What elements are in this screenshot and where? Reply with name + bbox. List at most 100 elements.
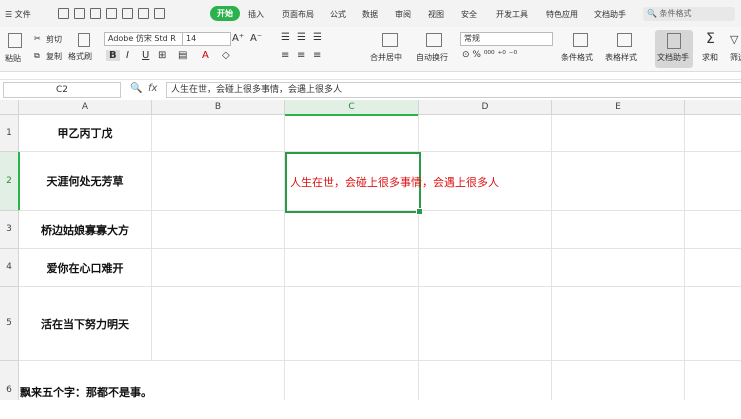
cell-c3[interactable]: [285, 211, 419, 249]
zoom-icon[interactable]: 🔍: [130, 83, 142, 94]
cell-b5[interactable]: [152, 287, 285, 361]
formula-input[interactable]: 人生在世，会碰上很多事情，会遇上很多人: [166, 82, 741, 98]
cell-f3[interactable]: [685, 211, 741, 249]
cell-f4[interactable]: [685, 249, 741, 287]
filter-button[interactable]: 筛选: [730, 52, 741, 63]
copy-button[interactable]: 复制: [46, 51, 62, 62]
cut-button[interactable]: 剪切: [46, 34, 62, 45]
tab-formulas[interactable]: 公式: [330, 9, 346, 20]
cell-e4[interactable]: [552, 249, 685, 287]
conditional-format-button[interactable]: 条件格式: [561, 52, 593, 63]
align-right-icon[interactable]: ≡: [313, 50, 321, 61]
print-icon[interactable]: [106, 8, 117, 19]
tab-page-layout[interactable]: 页面布局: [282, 9, 314, 20]
cell-c1[interactable]: [285, 115, 419, 152]
filter-icon[interactable]: ▽: [730, 33, 738, 46]
align-top-icon[interactable]: ☰: [281, 32, 290, 43]
open-icon[interactable]: [74, 8, 85, 19]
tab-doc-helper[interactable]: 文档助手: [594, 9, 626, 20]
font-name-select[interactable]: Adobe 仿宋 Std R: [104, 32, 183, 46]
row-header-4[interactable]: 4: [0, 249, 19, 287]
cell-b3[interactable]: [152, 211, 285, 249]
cell-b4[interactable]: [152, 249, 285, 287]
paste-icon[interactable]: [8, 33, 22, 48]
italic-button[interactable]: I: [126, 50, 129, 61]
increase-font-icon[interactable]: A⁺: [232, 33, 244, 44]
tab-home[interactable]: 开始: [210, 6, 240, 21]
tab-data[interactable]: 数据: [362, 9, 378, 20]
align-bottom-icon[interactable]: ☰: [313, 32, 322, 43]
cell-d5[interactable]: [419, 287, 552, 361]
name-box[interactable]: C2: [3, 82, 121, 98]
tab-security[interactable]: 安全: [461, 9, 477, 20]
merge-icon[interactable]: [382, 33, 398, 47]
row-header-6[interactable]: 6: [0, 361, 19, 400]
file-menu[interactable]: ☰ 文件: [5, 9, 31, 20]
column-header-a[interactable]: A: [19, 100, 152, 115]
merge-button[interactable]: 合并居中: [370, 52, 402, 63]
cell-f1[interactable]: [685, 115, 741, 152]
cell-c6[interactable]: [285, 361, 419, 400]
tab-view[interactable]: 视图: [428, 9, 444, 20]
new-icon[interactable]: [58, 8, 69, 19]
cell-a3[interactable]: 桥边姑娘寡寡大方: [19, 211, 152, 249]
cell-a6[interactable]: 飘来五个字：那都不是事。: [20, 384, 152, 400]
cell-e1[interactable]: [552, 115, 685, 152]
select-all-corner[interactable]: [0, 100, 19, 115]
format-painter-button[interactable]: 格式刷: [68, 51, 92, 62]
align-center-icon[interactable]: ≡: [297, 50, 305, 61]
search-input[interactable]: 🔍 条件格式: [643, 7, 735, 21]
cell-f2[interactable]: [685, 152, 741, 211]
border-icon[interactable]: ⊞: [158, 50, 166, 61]
align-middle-icon[interactable]: ☰: [297, 32, 306, 43]
bold-button[interactable]: B: [106, 50, 120, 61]
cell-d3[interactable]: [419, 211, 552, 249]
align-left-icon[interactable]: ≡: [281, 50, 289, 61]
save-icon[interactable]: [90, 8, 101, 19]
fill-handle[interactable]: [416, 208, 423, 215]
format-painter-icon[interactable]: [78, 33, 90, 47]
cell-a2[interactable]: 天涯何处无芳草: [19, 152, 152, 211]
redo-icon[interactable]: [154, 8, 165, 19]
preview-icon[interactable]: [122, 8, 133, 19]
column-header-f[interactable]: [685, 100, 741, 115]
cell-c5[interactable]: [285, 287, 419, 361]
row-header-1[interactable]: 1: [0, 115, 19, 152]
cell-b6[interactable]: [152, 361, 285, 400]
sum-icon[interactable]: Σ: [706, 31, 715, 47]
cell-e5[interactable]: [552, 287, 685, 361]
cell-e3[interactable]: [552, 211, 685, 249]
tab-review[interactable]: 审阅: [395, 9, 411, 20]
cell-a4[interactable]: 爱你在心口难开: [19, 249, 152, 287]
wrap-text-icon[interactable]: [426, 33, 442, 47]
spreadsheet-grid[interactable]: A B C D E 1 2 3 4 5 6 甲乙丙丁戊 天涯何处无芳草 桥边姑娘…: [0, 100, 741, 400]
doc-helper-icon[interactable]: [667, 33, 681, 49]
table-style-icon[interactable]: [617, 33, 632, 47]
number-format-select[interactable]: 常规: [460, 32, 553, 46]
currency-icon[interactable]: ⊙ % ⁰⁰⁰ ⁺⁰ ⁻⁰: [462, 50, 517, 60]
wrap-text-button[interactable]: 自动换行: [416, 52, 448, 63]
undo-icon[interactable]: [138, 8, 149, 19]
cell-e6[interactable]: [552, 361, 685, 400]
column-header-e[interactable]: E: [552, 100, 685, 115]
tab-features[interactable]: 特色应用: [546, 9, 578, 20]
row-header-2[interactable]: 2: [0, 152, 20, 211]
font-size-select[interactable]: 14: [182, 32, 231, 46]
copy-icon[interactable]: ⧉: [34, 51, 40, 61]
tab-developer[interactable]: 开发工具: [496, 9, 528, 20]
cell-f6[interactable]: [685, 361, 741, 400]
cell-d6[interactable]: [419, 361, 552, 400]
column-header-c[interactable]: C: [285, 100, 419, 116]
font-color-icon[interactable]: A: [202, 50, 209, 61]
clear-format-icon[interactable]: ◇: [222, 50, 230, 61]
sum-button[interactable]: 求和: [702, 52, 718, 63]
row-header-5[interactable]: 5: [0, 287, 19, 361]
row-header-3[interactable]: 3: [0, 211, 19, 249]
tab-insert[interactable]: 插入: [248, 9, 264, 20]
fx-icon[interactable]: fx: [148, 83, 157, 94]
column-header-b[interactable]: B: [152, 100, 285, 115]
cell-a5[interactable]: 活在当下努力明天: [19, 287, 152, 361]
cell-f5[interactable]: [685, 287, 741, 361]
scissors-icon[interactable]: ✂: [34, 34, 41, 43]
paste-button[interactable]: 粘贴: [5, 53, 21, 64]
